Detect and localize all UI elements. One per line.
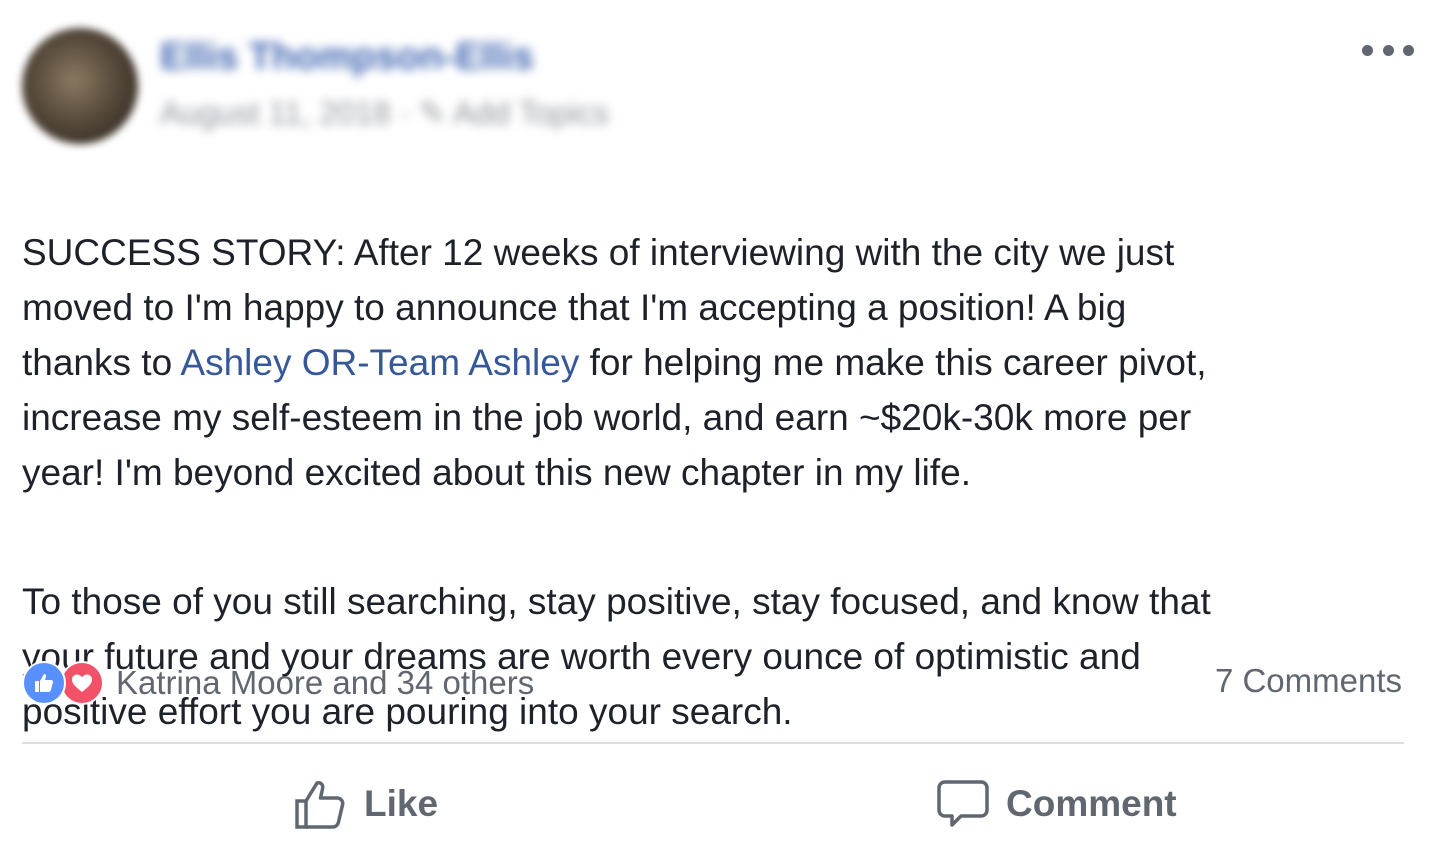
like-reaction-icon [22,661,66,705]
like-button[interactable]: Like [294,770,438,838]
reactions-summary[interactable]: Katrina Moore and 34 others [22,660,534,706]
author-avatar[interactable] [22,28,138,144]
post-meta: August 11, 2018 · ✎ Add Topics [160,95,610,131]
love-reaction-icon [60,661,104,705]
post-text: SUCCESS STORY: After 12 weeks of intervi… [22,170,1412,813]
comments-count-link[interactable]: 7 Comments [1215,662,1402,700]
comment-label: Comment [1006,783,1177,824]
post-paragraph-2: To those of you still searching, stay po… [22,581,1211,732]
comment-button[interactable]: Comment [936,770,1177,838]
post-paragraph-1: SUCCESS STORY: After 12 weeks of intervi… [22,225,1412,500]
reactors-text[interactable]: Katrina Moore and 34 others [116,664,534,702]
author-name[interactable]: Ellis Thompson-Ellis [160,36,534,79]
divider [22,742,1404,744]
more-options-icon[interactable] [1362,38,1414,62]
feed-post: Ellis Thompson-Ellis August 11, 2018 · ✎… [0,0,1430,858]
thumbs-up-icon [294,777,348,831]
comment-bubble-icon [936,777,990,831]
mention-link[interactable]: Ashley OR-Team Ashley [180,342,579,383]
like-label: Like [364,783,439,824]
